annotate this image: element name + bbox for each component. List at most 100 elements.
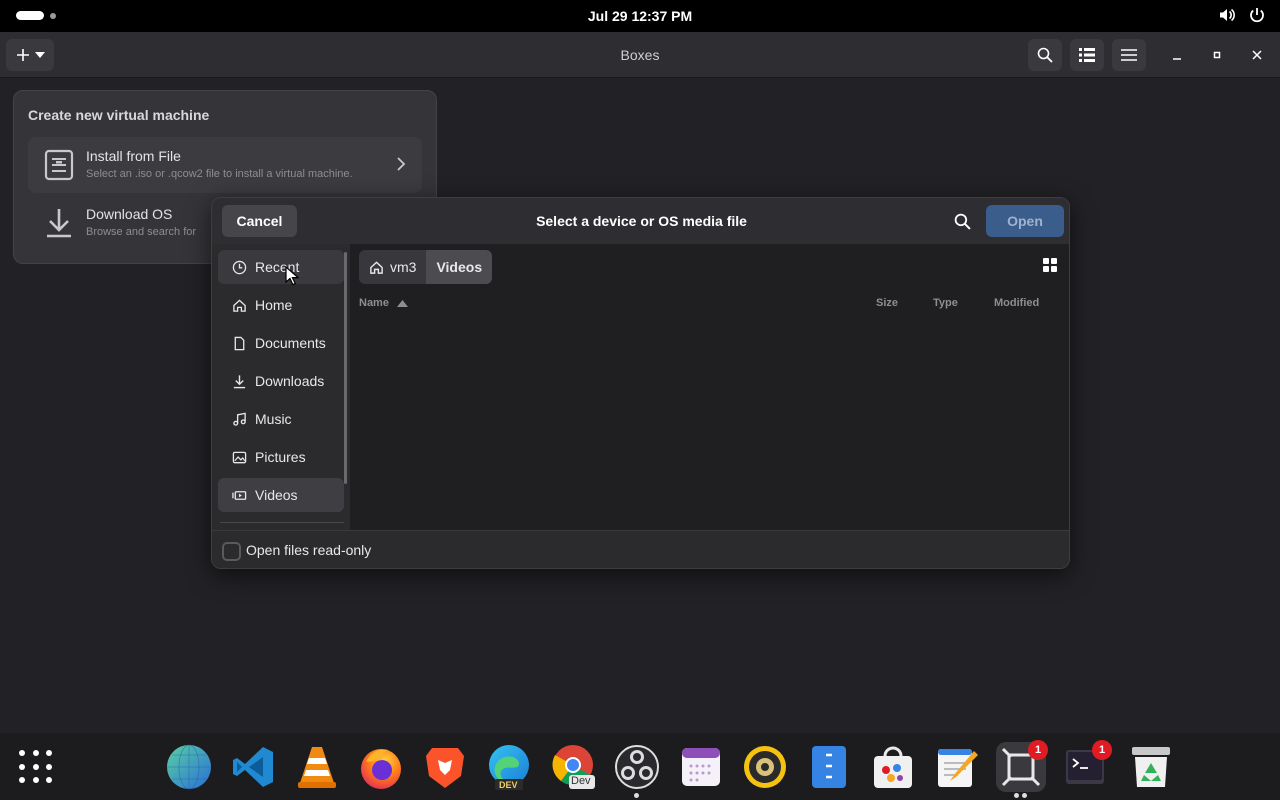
maximize-button[interactable] (1206, 44, 1228, 66)
dock-app-trash[interactable] (1126, 742, 1176, 792)
column-header-modified[interactable]: Modified (994, 297, 1039, 309)
column-header-type[interactable]: Type (933, 297, 958, 309)
breadcrumb: vm3 Videos (359, 250, 493, 284)
minimize-button[interactable] (1166, 44, 1188, 66)
dock-app-globe[interactable] (164, 742, 214, 792)
list-view-button[interactable] (1070, 39, 1104, 71)
sidebar-item-music[interactable]: Music (218, 402, 344, 436)
dock-app-vscode[interactable] (228, 742, 278, 792)
power-icon[interactable] (1248, 6, 1266, 29)
sidebar-item-pictures[interactable]: Pictures (218, 440, 344, 474)
dock-app-calendar[interactable] (676, 742, 726, 792)
sidebar-item-recent[interactable]: Recent (218, 250, 344, 284)
sidebar-item-label: Music (255, 411, 292, 427)
dock-app-terminal[interactable]: 1 (1060, 740, 1112, 792)
dock-app-obs[interactable] (612, 742, 662, 798)
sort-ascending-icon (396, 299, 408, 307)
cancel-button[interactable]: Cancel (222, 205, 297, 237)
grid-view-icon[interactable] (1043, 258, 1057, 272)
column-header-size[interactable]: Size (876, 297, 898, 309)
dock-app-brave[interactable] (420, 742, 470, 792)
home-icon (233, 298, 246, 312)
breadcrumb-videos[interactable]: Videos (426, 250, 493, 284)
breadcrumb-label: vm3 (390, 259, 417, 275)
clock[interactable]: Jul 29 12:37 PM (588, 8, 692, 24)
music-icon (233, 412, 246, 426)
sidebar-item-home[interactable]: Home (218, 288, 344, 322)
activities-button[interactable] (16, 11, 56, 20)
sidebar-scrollbar[interactable] (344, 252, 347, 484)
app-title: Boxes (620, 47, 660, 63)
firefox-icon (361, 749, 401, 789)
dock: DEV Dev 1 1 (0, 733, 1280, 800)
install-from-file-label: Install from File (86, 148, 181, 164)
dialog-header: Cancel Select a device or OS media file … (212, 198, 1069, 244)
sidebar-item-downloads[interactable]: Downloads (218, 364, 344, 398)
file-list-pane: vm3 Videos Name Size Type Modified (350, 244, 1069, 530)
globe-icon (167, 744, 211, 790)
chrome-dev-label: Dev (571, 775, 591, 787)
hamburger-menu-icon (1121, 49, 1137, 61)
close-button[interactable] (1246, 44, 1268, 66)
chevron-down-icon (34, 52, 45, 58)
chevron-right-icon (397, 157, 406, 171)
calendar-icon (682, 748, 720, 786)
sidebar-item-videos[interactable]: Videos (218, 478, 344, 512)
dock-app-rhythmbox[interactable] (740, 742, 790, 792)
minimize-icon (1173, 58, 1181, 60)
open-button[interactable]: Open (986, 205, 1064, 237)
close-icon (1252, 50, 1262, 60)
show-apps-button[interactable] (19, 750, 53, 784)
create-new-vm-button[interactable] (6, 39, 54, 71)
speaker-icon (744, 746, 786, 788)
workspace-active-indicator (16, 11, 44, 20)
dock-app-text-editor[interactable] (932, 742, 982, 792)
trash-icon (1132, 747, 1170, 787)
volume-icon[interactable] (1218, 6, 1236, 29)
read-only-checkbox[interactable] (222, 542, 241, 561)
boxes-header-bar: Boxes (0, 32, 1280, 78)
document-icon (234, 336, 245, 350)
sidebar-item-label: Documents (255, 335, 326, 351)
sidebar-item-label: Pictures (255, 449, 306, 465)
download-icon (233, 374, 246, 388)
dock-app-boxes[interactable]: 1 (996, 740, 1048, 798)
mouse-cursor-icon (285, 266, 299, 286)
main-menu-button[interactable] (1112, 39, 1146, 71)
sidebar-divider (220, 522, 344, 523)
column-header-name[interactable]: Name (359, 297, 408, 309)
install-from-file-item[interactable]: Install from File Select an .iso or .qco… (28, 137, 422, 193)
text-editor-icon (938, 749, 978, 787)
install-from-file-description: Select an .iso or .qcow2 file to install… (86, 168, 353, 180)
sidebar-item-label: Downloads (255, 373, 325, 389)
dialog-search-button[interactable] (948, 208, 976, 234)
dock-app-edge-dev[interactable]: DEV (484, 742, 534, 792)
brave-icon (426, 748, 464, 788)
dock-app-firefox[interactable] (356, 742, 406, 792)
clock-icon (232, 260, 247, 274)
store-icon (874, 746, 912, 788)
edge-dev-label: DEV (499, 780, 518, 790)
dock-app-files[interactable] (804, 742, 854, 792)
running-indicator (1014, 793, 1019, 798)
sidebar-item-label: Videos (255, 487, 298, 503)
dock-app-vlc[interactable] (292, 742, 342, 792)
search-icon (1037, 47, 1053, 63)
search-button[interactable] (1028, 39, 1062, 71)
archive-icon (812, 746, 846, 788)
dock-app-chrome-dev[interactable]: Dev (548, 742, 598, 792)
running-indicator (1022, 793, 1027, 798)
column-header-name-label: Name (359, 297, 389, 309)
vscode-icon (233, 747, 273, 787)
read-only-label[interactable]: Open files read-only (246, 542, 371, 558)
file-chooser-dialog: Cancel Select a device or OS media file … (211, 197, 1070, 569)
video-icon (232, 490, 247, 500)
search-icon (954, 213, 971, 230)
dock-app-software[interactable] (868, 742, 918, 792)
breadcrumb-label: Videos (436, 259, 483, 275)
home-icon (370, 260, 383, 274)
dialog-title: Select a device or OS media file (536, 213, 747, 229)
sidebar-item-documents[interactable]: Documents (218, 326, 344, 360)
popover-title: Create new virtual machine (28, 107, 210, 123)
breadcrumb-vm3[interactable]: vm3 (359, 250, 427, 284)
